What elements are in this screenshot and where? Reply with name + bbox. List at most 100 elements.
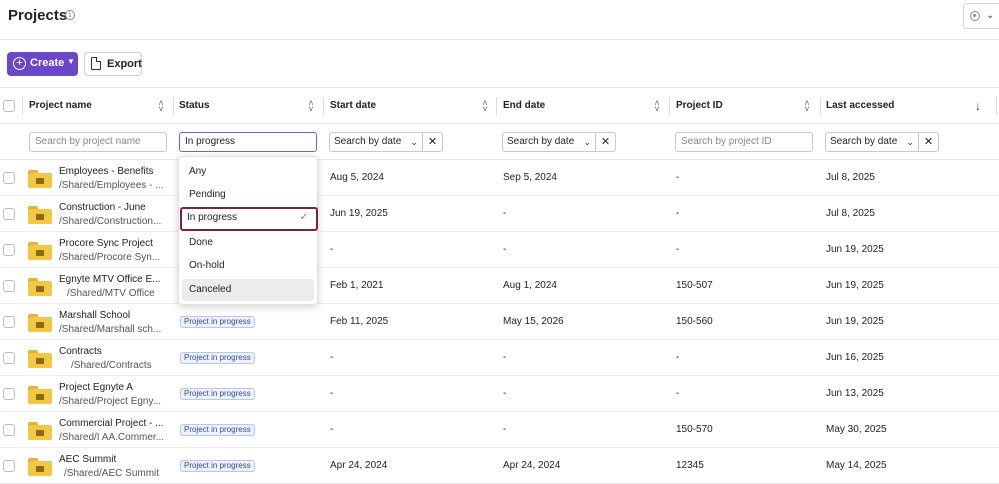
plus-icon: + — [13, 57, 26, 70]
status-option-any[interactable]: Any — [182, 161, 314, 183]
row-checkbox[interactable] — [3, 172, 15, 184]
end-date: May 15, 2026 — [503, 316, 564, 327]
project-name[interactable]: Commercial Project - ... — [59, 418, 163, 429]
folder-icon — [28, 206, 52, 224]
start-date-clear-button[interactable]: ✕ — [423, 132, 443, 152]
project-name[interactable]: Construction - June — [59, 202, 146, 213]
table-row[interactable]: Employees - Benefits /Shared/Employees -… — [0, 160, 999, 196]
status-badge: Project in progress — [180, 316, 255, 328]
project-name[interactable]: Procore Sync Project — [59, 238, 153, 249]
sort-icon[interactable]: ˄ ˅ — [481, 99, 489, 114]
project-id: 12345 — [676, 460, 704, 471]
sort-icon[interactable]: ˄ ˅ — [307, 99, 315, 114]
project-path: /Shared/MTV Office — [67, 288, 155, 299]
folder-icon — [28, 350, 52, 368]
chevron-down-icon: ⌄ — [906, 137, 914, 147]
table-row[interactable]: Project Egnyte A /Shared/Project Egny...… — [0, 376, 999, 412]
folder-icon — [28, 386, 52, 404]
export-button[interactable]: Export — [84, 52, 142, 76]
column-header-end-date[interactable]: End date — [503, 88, 545, 124]
status-option-done[interactable]: Done — [182, 232, 314, 254]
info-icon[interactable]: i — [65, 10, 75, 20]
project-name[interactable]: Employees - Benefits — [59, 166, 154, 177]
chevron-down-icon: ⌄ — [410, 137, 418, 147]
project-name[interactable]: Egnyte MTV Office E... — [59, 274, 161, 285]
filter-row: Search by project name In progress Searc… — [0, 124, 999, 160]
row-checkbox[interactable] — [3, 460, 15, 472]
row-checkbox[interactable] — [3, 316, 15, 328]
project-id: - — [676, 388, 680, 399]
sort-icon[interactable]: ˄ ˅ — [157, 99, 165, 114]
end-date: Aug 1, 2024 — [503, 280, 557, 291]
row-checkbox[interactable] — [3, 208, 15, 220]
row-checkbox[interactable] — [3, 424, 15, 436]
table-header: Project name ˄ ˅ Status ˄ ˅ Start date ˄ ˅ … — [0, 88, 999, 124]
project-name[interactable]: Project Egnyte A — [59, 382, 133, 393]
sort-icon[interactable]: ˄ ˅ — [803, 99, 811, 114]
create-button[interactable]: + Create ▼ — [7, 52, 78, 76]
status-option-pending[interactable]: Pending — [182, 184, 314, 206]
project-path: /Shared/Project Egny... — [59, 396, 162, 407]
column-header-project-name[interactable]: Project name — [29, 88, 92, 124]
sort-descending-icon[interactable]: ↓ — [975, 99, 981, 113]
column-header-project-id[interactable]: Project ID — [676, 88, 723, 124]
start-date-filter-value: Search by date — [334, 136, 402, 147]
status-badge: Project in progress — [180, 352, 255, 364]
export-button-label: Export — [107, 58, 142, 70]
column-divider — [22, 97, 23, 115]
column-divider — [820, 97, 821, 115]
create-button-label: Create — [30, 57, 65, 69]
end-date: - — [503, 208, 507, 219]
table-row[interactable]: AEC Summit /Shared/AEC Summit Project in… — [0, 448, 999, 484]
project-name[interactable]: Contracts — [59, 346, 102, 357]
status-option-in-progress[interactable]: In progress ✓ — [180, 207, 318, 231]
chevron-down-icon: ▼ — [67, 57, 75, 66]
row-checkbox[interactable] — [3, 244, 15, 256]
column-header-status[interactable]: Status — [179, 88, 210, 124]
table-row[interactable]: Marshall School /Shared/Marshall sch... … — [0, 304, 999, 340]
start-date-filter-select[interactable]: Search by date ⌄ — [329, 132, 423, 152]
end-date-filter-value: Search by date — [507, 136, 575, 147]
project-name[interactable]: AEC Summit — [59, 454, 116, 465]
end-date-clear-button[interactable]: ✕ — [596, 132, 616, 152]
row-checkbox[interactable] — [3, 280, 15, 292]
chevron-down-icon: ⌄ — [583, 137, 591, 147]
view-options-button[interactable]: ⌄ — [963, 3, 999, 29]
table-row[interactable]: Commercial Project - ... /Shared/I AA.Co… — [0, 412, 999, 448]
end-date-filter-select[interactable]: Search by date ⌄ — [502, 132, 596, 152]
folder-icon — [28, 278, 52, 296]
column-header-start-date[interactable]: Start date — [330, 88, 376, 124]
start-date: Feb 1, 2021 — [330, 280, 384, 291]
start-date: Jun 19, 2025 — [330, 208, 388, 219]
project-path: /Shared/Marshall sch... — [59, 324, 162, 335]
last-accessed: Jun 16, 2025 — [826, 352, 884, 363]
row-checkbox[interactable] — [3, 388, 15, 400]
status-option-canceled[interactable]: Canceled — [182, 279, 314, 301]
status-option-in-progress-label: In progress — [187, 212, 238, 223]
project-id-search-input[interactable]: Search by project ID — [675, 132, 813, 152]
project-id: - — [676, 244, 680, 255]
column-divider — [173, 97, 174, 115]
last-accessed: May 30, 2025 — [826, 424, 887, 435]
project-id: 150-507 — [676, 280, 713, 291]
project-name[interactable]: Marshall School — [59, 310, 130, 321]
folder-icon — [28, 314, 52, 332]
row-checkbox[interactable] — [3, 352, 15, 364]
table-row[interactable]: Construction - June /Shared/Construction… — [0, 196, 999, 232]
project-name-search-input[interactable]: Search by project name — [29, 132, 167, 152]
last-accessed: Jun 13, 2025 — [826, 388, 884, 399]
start-date: - — [330, 352, 334, 363]
chevron-down-icon: ⌄ — [986, 10, 995, 21]
last-accessed-filter-select[interactable]: Search by date ⌄ — [825, 132, 919, 152]
column-header-last-accessed[interactable]: Last accessed — [826, 88, 894, 124]
sort-icon[interactable]: ˄ ˅ — [653, 99, 661, 114]
table-row[interactable]: Contracts /Shared/Contracts Project in p… — [0, 340, 999, 376]
table-row[interactable]: Procore Sync Project /Shared/Procore Syn… — [0, 232, 999, 268]
select-all-checkbox[interactable] — [3, 100, 15, 112]
status-filter-input[interactable]: In progress — [179, 132, 317, 152]
table-row[interactable]: Egnyte MTV Office E... /Shared/MTV Offic… — [0, 268, 999, 304]
end-date: - — [503, 424, 507, 435]
folder-icon — [28, 242, 52, 260]
last-accessed-clear-button[interactable]: ✕ — [919, 132, 939, 152]
status-option-on-hold[interactable]: On-hold — [182, 255, 314, 277]
